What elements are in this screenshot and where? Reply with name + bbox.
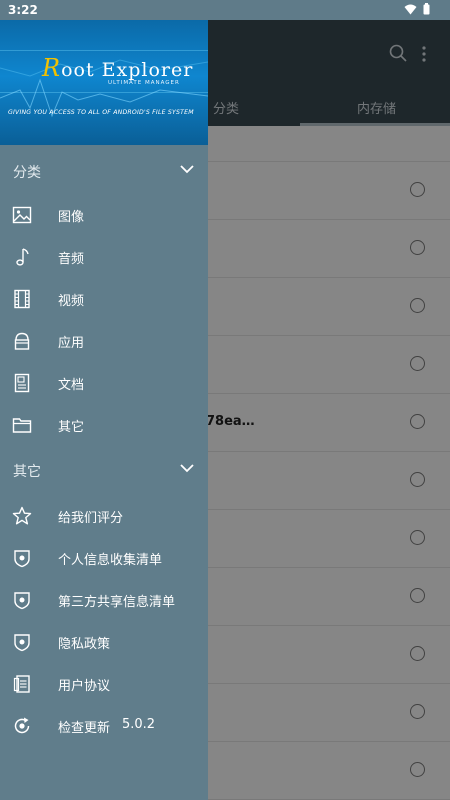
navigation-drawer: Root Explorer ULTIMATE MANAGER GIVING YO… [0, 20, 208, 800]
menu-item-documents[interactable]: 文档 [0, 362, 208, 404]
wifi-icon [404, 4, 417, 14]
menu-item-label: 文档 [58, 378, 85, 393]
menu-item-label: 图像 [58, 210, 85, 225]
menu-item-label: 检查更新 [58, 721, 111, 736]
shield-icon [14, 592, 30, 610]
update-icon [14, 717, 30, 734]
drawer-banner: Root Explorer ULTIMATE MANAGER GIVING YO… [0, 20, 208, 145]
film-icon [14, 289, 30, 309]
section-header-other[interactable]: 其它 [0, 448, 208, 492]
menu-item-privacy-policy[interactable]: 隐私政策 [0, 621, 208, 663]
menu-item-third-party-sharing-list[interactable]: 第三方共享信息清单 [0, 579, 208, 621]
root-explorer-logo: Root Explorer [42, 54, 194, 82]
chevron-down-icon[interactable] [180, 165, 194, 174]
shield-icon [14, 550, 30, 568]
menu-item-label: 应用 [58, 336, 85, 351]
menu-item-user-agreement[interactable]: 用户协议 [0, 663, 208, 705]
menu-item-label: 隐私政策 [58, 637, 111, 652]
menu-item-video[interactable]: 视频 [0, 278, 208, 320]
banner-tagline: GIVING YOU ACCESS TO ALL OF ANDROID'S FI… [8, 109, 194, 116]
chevron-down-icon[interactable] [180, 464, 194, 473]
menu-item-personal-info-list[interactable]: 个人信息收集清单 [0, 537, 208, 579]
status-bar: 3:22 [0, 0, 450, 20]
menu-item-label: 第三方共享信息清单 [58, 595, 176, 610]
menu-item-label: 个人信息收集清单 [58, 553, 163, 568]
section-header-categories[interactable]: 分类 [0, 149, 208, 193]
shield-icon [14, 634, 30, 652]
document-icon [14, 373, 30, 393]
app-package-icon [14, 332, 30, 350]
menu-item-label: 用户协议 [58, 679, 111, 694]
menu-item-apps[interactable]: 应用 [0, 320, 208, 362]
star-icon [12, 506, 32, 525]
menu-item-label: 其它 [58, 420, 85, 435]
app-version: 5.0.2 [122, 717, 156, 732]
menu-item-audio[interactable]: 音频 [0, 236, 208, 278]
logo-subtitle: ULTIMATE MANAGER [108, 80, 180, 86]
menu-item-images[interactable]: 图像 [0, 194, 208, 236]
agreement-icon [13, 675, 30, 693]
menu-item-label: 视频 [58, 294, 85, 309]
image-icon [12, 206, 32, 224]
menu-item-check-update[interactable]: 检查更新 5.0.2 [0, 705, 208, 747]
status-time: 3:22 [8, 3, 38, 17]
section-title: 其它 [13, 464, 41, 480]
menu-item-label: 音频 [58, 252, 85, 267]
folder-icon [12, 418, 32, 433]
music-note-icon [16, 248, 29, 266]
battery-icon [423, 3, 430, 15]
menu-item-rate-us[interactable]: 给我们评分 [0, 495, 208, 537]
menu-item-label: 给我们评分 [58, 511, 124, 526]
menu-item-others[interactable]: 其它 [0, 404, 208, 446]
status-icons [404, 3, 430, 15]
section-title: 分类 [13, 165, 41, 181]
